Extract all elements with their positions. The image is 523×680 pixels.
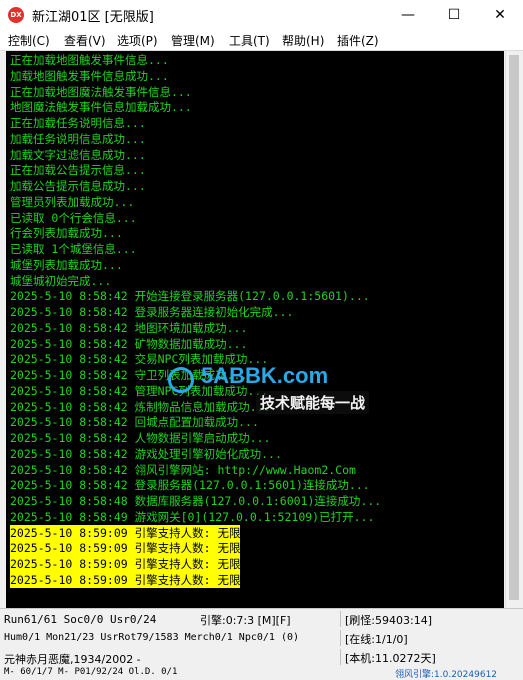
log-line: 管理员列表加载成功... <box>10 194 135 209</box>
log-line: 2025-5-10 8:58:49 游戏网关[0](127.0.0.1:5210… <box>10 509 375 524</box>
minimize-button[interactable]: — <box>385 0 431 30</box>
log-line: 地图魔法触发事件信息加载成功... <box>10 100 192 115</box>
log-line: 城堡城初始完成... <box>10 273 112 288</box>
highlighted-log-line: 2025-5-10 8:59:09 引擎支持人数: 无限 <box>10 524 241 541</box>
log-line: 已读取 1个城堡信息... <box>10 242 137 256</box>
menu-control[interactable]: 控制(C) <box>8 32 50 49</box>
log-line: 城堡列表加载成功... <box>10 257 123 272</box>
log-line: 2025-5-10 8:58:42 开始连接登录服务器(127.0.0.1:56… <box>10 289 370 304</box>
menu-tools[interactable]: 工具(T) <box>229 32 270 49</box>
close-button[interactable]: ✕ <box>477 0 523 30</box>
menu-help[interactable]: 帮助(H) <box>282 32 324 49</box>
menu-plugins[interactable]: 插件(Z) <box>337 32 379 49</box>
log-line: 加载公告提示信息成功... <box>10 179 146 193</box>
status-bar: Run61/61 Soc0/0 Usr0/24 引擎:0:7:3 [M][F] … <box>0 608 523 680</box>
highlighted-log-line: 2025-5-10 8:59:09 引擎支持人数: 无限 <box>10 571 241 588</box>
menu-view[interactable]: 查看(V) <box>64 32 106 49</box>
log-line: 2025-5-10 8:58:42 翎风引擎网站: http://www.Hao… <box>10 462 356 477</box>
log-console[interactable]: 正在加载地图触发事件信息... 加载地图触发事件信息成功... 正在加载地图魔法触发… <box>6 51 504 608</box>
log-line: 已读取 0个行会信息... <box>10 210 137 225</box>
highlighted-log-line: 2025-5-10 8:59:09 引擎支持人数: 无限 <box>10 540 241 557</box>
status-human-monster: Hum0/1 Mon21/23 UsrRot79/1583 Merch0/1 N… <box>4 632 300 643</box>
status-engine-version: 翎风引擎:1.0.20249612 <box>395 670 498 680</box>
log-line: 正在加载公告提示信息... <box>10 163 146 178</box>
status-spawn: [刷怪:59403:14] <box>345 614 432 627</box>
watermark-site: 5ABBK.com <box>201 363 329 388</box>
menu-options[interactable]: 选项(P) <box>117 32 158 49</box>
log-line: 行会列表加载成功... <box>10 226 123 241</box>
title-bar: DX 新江湖01区 [无限版] — ☐ ✕ <box>0 0 523 30</box>
log-line: 2025-5-10 8:58:42 登录服务器连接初始化完成... <box>10 305 294 319</box>
log-line: 2025-5-10 8:58:42 登录服务器(127.0.0.1:5601)连… <box>10 478 370 493</box>
log-line: 2025-5-10 8:58:42 矿物数据加载成功... <box>10 336 248 351</box>
watermark-slogan: 技术赋能每一战 <box>256 391 370 414</box>
console-scrollbar[interactable] <box>505 51 523 608</box>
status-run-counts: Run61/61 Soc0/0 Usr0/24 <box>4 613 157 626</box>
status-boss: 元神赤月恶魔,1934/2002 - <box>4 653 141 666</box>
maximize-button[interactable]: ☐ <box>431 0 477 30</box>
log-line: 加载文字过滤信息成功... <box>10 147 146 162</box>
log-line: 2025-5-10 8:58:42 炼制物品信息加载成功... <box>10 399 271 414</box>
log-line: 加载任务说明信息成功... <box>10 131 146 146</box>
menu-manage[interactable]: 管理(M) <box>171 32 215 49</box>
status-uptime: [本机:11.0272天] <box>345 652 436 665</box>
status-engine: 引擎:0:7:3 [M][F] <box>200 614 291 627</box>
log-line: 2025-5-10 8:58:42 地图环境加载成功... <box>10 320 248 335</box>
status-online: [在线:1/1/0] <box>345 633 408 646</box>
log-line: 2025-5-10 8:58:48 数据库服务器(127.0.0.1:6001)… <box>10 494 382 508</box>
log-line: 正在加载任务说明信息... <box>10 116 146 130</box>
log-line: 正在加载地图魔法触发事件信息... <box>10 84 192 99</box>
log-line: 正在加载地图触发事件信息... <box>10 53 169 67</box>
window-title: 新江湖01区 [无限版] <box>32 10 154 25</box>
highlighted-log-line: 2025-5-10 8:59:09 引擎支持人数: 无限 <box>10 556 241 572</box>
menu-bar: 控制(C) 查看(V) 选项(P) 管理(M) 工具(T) 帮助(H) 插件(Z… <box>0 30 523 51</box>
log-line: 2025-5-10 8:58:42 游戏处理引擎初始化成功... <box>10 446 282 461</box>
log-line: 加载地图触发事件信息成功... <box>10 68 169 83</box>
status-memory: M- 60/1/7 M- P01/92/24 Ol.D. 0/1 <box>4 667 178 677</box>
log-line: 2025-5-10 8:58:42 回城点配置加载成功... <box>10 415 259 430</box>
app-icon: DX <box>8 7 24 23</box>
log-line: 2025-5-10 8:58:42 人物数据引擎启动成功... <box>10 431 271 445</box>
watermark-logo-icon <box>168 367 194 393</box>
scrollbar-thumb[interactable] <box>509 55 519 600</box>
